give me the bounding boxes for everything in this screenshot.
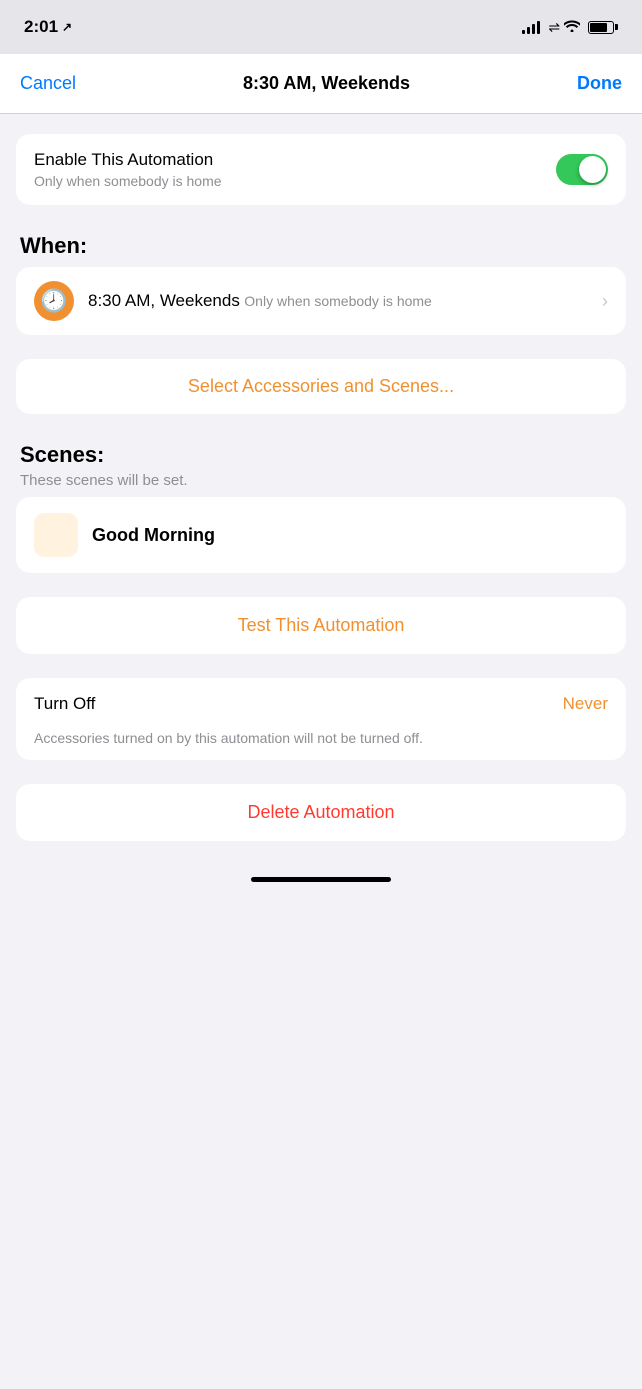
when-time: 8:30 AM, Weekends bbox=[88, 291, 240, 310]
nav-bar: Cancel 8:30 AM, Weekends Done bbox=[0, 54, 642, 114]
wifi-icon: ⇌ bbox=[548, 19, 580, 36]
delete-automation-label: Delete Automation bbox=[247, 802, 394, 822]
delete-automation-card[interactable]: Delete Automation bbox=[16, 784, 626, 841]
status-icons: ⇌ bbox=[522, 19, 618, 36]
clock-icon: 🕗 bbox=[34, 281, 74, 321]
turn-off-row[interactable]: Turn Off Never bbox=[16, 678, 626, 730]
select-accessories-button[interactable]: Select Accessories and Scenes... bbox=[16, 359, 626, 414]
scenes-section-header: Scenes: These scenes will be set. bbox=[16, 438, 626, 497]
select-accessories-label: Select Accessories and Scenes... bbox=[188, 376, 454, 396]
scene-name: Good Morning bbox=[92, 525, 215, 546]
scenes-section-subtitle: These scenes will be set. bbox=[20, 472, 622, 489]
cancel-button[interactable]: Cancel bbox=[20, 73, 76, 94]
when-card[interactable]: 🕗 8:30 AM, Weekends Only when somebody i… bbox=[16, 267, 626, 335]
test-automation-card[interactable]: Test This Automation bbox=[16, 597, 626, 654]
content: Enable This Automation Only when somebod… bbox=[0, 114, 642, 861]
when-row[interactable]: 🕗 8:30 AM, Weekends Only when somebody i… bbox=[16, 267, 626, 335]
scenes-card: 🌅 🏠 Good Morning bbox=[16, 497, 626, 573]
toggle-knob bbox=[579, 156, 606, 183]
scenes-section: Scenes: These scenes will be set. 🌅 🏠 Go… bbox=[16, 438, 626, 573]
test-automation-button[interactable]: Test This Automation bbox=[16, 597, 626, 654]
scene-icon: 🌅 🏠 bbox=[34, 513, 78, 557]
enable-automation-card: Enable This Automation Only when somebod… bbox=[16, 134, 626, 205]
signal-icon bbox=[522, 20, 540, 34]
when-section: When: 🕗 8:30 AM, Weekends Only when some… bbox=[16, 229, 626, 335]
enable-toggle[interactable] bbox=[556, 154, 608, 185]
turn-off-card[interactable]: Turn Off Never Accessories turned on by … bbox=[16, 678, 626, 760]
scene-row: 🌅 🏠 Good Morning bbox=[16, 497, 626, 573]
when-subtitle: Only when somebody is home bbox=[244, 293, 432, 309]
delete-automation-button[interactable]: Delete Automation bbox=[16, 784, 626, 841]
when-section-header: When: bbox=[16, 229, 626, 267]
battery-icon bbox=[588, 21, 618, 34]
select-accessories-card[interactable]: Select Accessories and Scenes... bbox=[16, 359, 626, 414]
nav-title: 8:30 AM, Weekends bbox=[243, 73, 410, 94]
when-text-group: 8:30 AM, Weekends Only when somebody is … bbox=[88, 291, 588, 311]
turn-off-label: Turn Off bbox=[34, 694, 95, 714]
clock-face: 🕗 bbox=[40, 288, 67, 314]
enable-row: Enable This Automation Only when somebod… bbox=[16, 134, 626, 205]
when-section-title: When: bbox=[20, 233, 87, 258]
test-automation-label: Test This Automation bbox=[238, 615, 405, 635]
home-indicator bbox=[0, 861, 642, 890]
turn-off-description: Accessories turned on by this automation… bbox=[16, 730, 626, 760]
turn-off-value: Never bbox=[563, 694, 608, 714]
chevron-right-icon: › bbox=[602, 291, 608, 312]
home-bar bbox=[251, 877, 391, 882]
enable-subtitle: Only when somebody is home bbox=[34, 173, 222, 189]
scenes-section-title: Scenes: bbox=[20, 442, 104, 467]
status-bar: 2:01 ↗ ⇌ bbox=[0, 0, 642, 54]
enable-text-group: Enable This Automation Only when somebod… bbox=[34, 150, 222, 189]
done-button[interactable]: Done bbox=[577, 73, 622, 94]
time-label: 2:01 bbox=[24, 17, 58, 37]
status-time: 2:01 ↗ bbox=[24, 17, 72, 37]
enable-title: Enable This Automation bbox=[34, 150, 222, 170]
location-icon: ↗ bbox=[62, 20, 72, 34]
